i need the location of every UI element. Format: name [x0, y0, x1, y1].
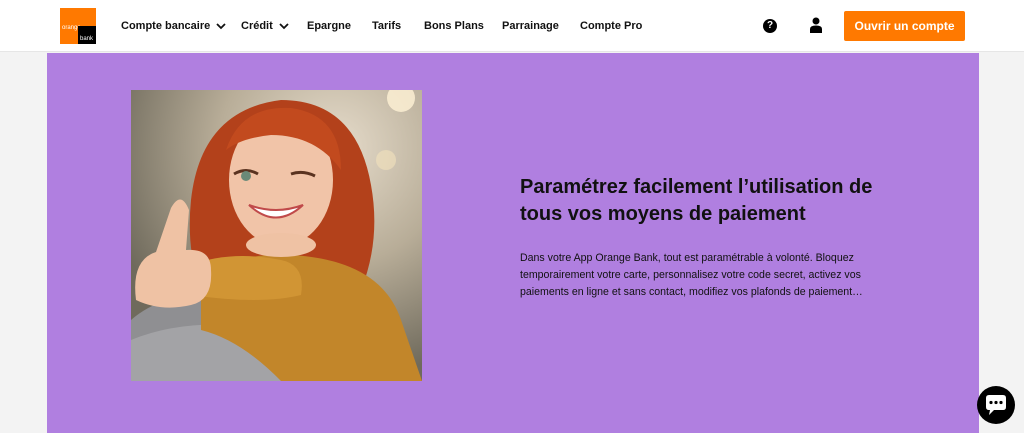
chat-bubble-icon [986, 395, 1006, 415]
hero-title: Paramétrez facilement l’utilisation de t… [520, 176, 873, 225]
chevron-down-icon [216, 23, 226, 30]
nav-item-label: Epargne [307, 20, 352, 32]
chevron-down-icon [279, 23, 289, 30]
nav-item-tarifs[interactable]: Tarifs [372, 0, 401, 52]
chat-button[interactable] [977, 386, 1015, 424]
top-nav: orange bank Compte bancaire Crédit Eparg… [0, 0, 1024, 52]
nav-item-bons-plans[interactable]: Bons Plans [424, 0, 484, 52]
nav-item-label: Tarifs [372, 20, 402, 32]
hero-photo [131, 90, 422, 381]
orange-bank-logo[interactable]: orange bank [60, 8, 96, 44]
nav-item-label: Crédit [241, 20, 273, 32]
open-account-button[interactable]: Ouvrir un compte [844, 11, 965, 41]
nav-item-label: Parrainage [502, 20, 559, 32]
nav-item-compte-pro[interactable]: Compte Pro [580, 0, 642, 52]
logo-black-square: bank [78, 26, 96, 44]
nav-item-epargne[interactable]: Epargne [307, 0, 351, 52]
nav-item-credit[interactable]: Crédit [241, 0, 289, 52]
user-icon[interactable] [809, 17, 823, 33]
nav-item-label: Compte bancaire [121, 20, 211, 32]
question-circle-icon[interactable]: ? [763, 19, 777, 33]
nav-item-label: Compte Pro [580, 20, 643, 32]
hero-body: Dans votre App Orange Bank, tout est par… [520, 252, 863, 298]
nav-item-parrainage[interactable]: Parrainage [502, 0, 559, 52]
logo-text-bank: bank [80, 36, 94, 42]
nav-item-label: Bons Plans [424, 20, 484, 32]
nav-item-compte-bancaire[interactable]: Compte bancaire [121, 0, 226, 52]
